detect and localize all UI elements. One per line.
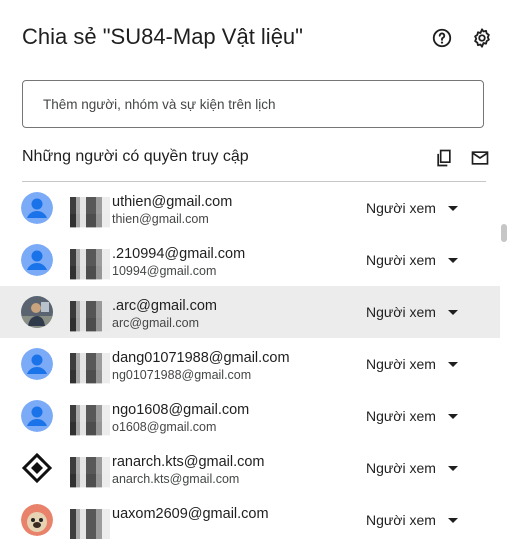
default-avatar-icon [21, 348, 53, 380]
person-row[interactable]: .arc@gmail.com arc@gmail.com Người xem [0, 286, 500, 338]
dropdown-arrow-icon[interactable] [448, 206, 458, 211]
person-subtext: arc@gmail.com [112, 316, 200, 330]
person-row[interactable]: .210994@gmail.com 10994@gmail.com Người … [0, 234, 500, 286]
add-people-field[interactable] [22, 80, 484, 128]
gear-icon[interactable] [471, 27, 493, 49]
person-subtext: 10994@gmail.com [112, 264, 217, 278]
person-email: uaxom2609@gmail.com [112, 506, 269, 522]
dropdown-arrow-icon[interactable] [448, 414, 458, 419]
person-subtext: ng01071988@gmail.com [112, 368, 252, 382]
dropdown-arrow-icon[interactable] [448, 518, 458, 523]
person-row[interactable]: uthien@gmail.com thien@gmail.com Người x… [0, 182, 500, 234]
dropdown-arrow-icon[interactable] [448, 466, 458, 471]
add-people-input[interactable] [23, 81, 483, 127]
role-dropdown[interactable]: Người xem [366, 408, 436, 424]
redacted-sub [70, 266, 110, 280]
dropdown-arrow-icon[interactable] [448, 310, 458, 315]
person-row[interactable]: uaxom2609@gmail.com Người xem [0, 494, 500, 546]
photo-avatar [21, 296, 53, 328]
people-list: uthien@gmail.com thien@gmail.com Người x… [0, 182, 509, 546]
redacted-sub [70, 318, 110, 332]
redacted-sub [70, 474, 110, 488]
default-avatar-icon [21, 244, 53, 276]
role-dropdown[interactable]: Người xem [366, 252, 436, 268]
section-title: Những người có quyền truy cập [22, 148, 249, 165]
person-subtext: anarch.kts@gmail.com [112, 472, 240, 486]
default-avatar-icon [21, 400, 53, 432]
person-subtext: thien@gmail.com [112, 212, 209, 226]
person-row[interactable]: ranarch.kts@gmail.com anarch.kts@gmail.c… [0, 442, 500, 494]
mail-icon[interactable] [470, 148, 490, 168]
help-icon[interactable] [431, 27, 453, 49]
role-dropdown[interactable]: Người xem [366, 512, 436, 528]
logo-avatar [21, 452, 53, 484]
dropdown-arrow-icon[interactable] [448, 362, 458, 367]
dropdown-arrow-icon[interactable] [448, 258, 458, 263]
pug-avatar [21, 504, 53, 536]
person-email: uthien@gmail.com [112, 194, 233, 210]
scrollbar-thumb[interactable] [501, 224, 507, 242]
redacted-sub [70, 370, 110, 384]
person-row[interactable]: dang01071988@gmail.com ng01071988@gmail.… [0, 338, 500, 390]
default-avatar-icon [21, 192, 53, 224]
dialog-title: Chia sẻ "SU84-Map Vật liệu" [22, 24, 303, 49]
person-email: .210994@gmail.com [112, 246, 246, 262]
person-email: ngo1608@gmail.com [112, 402, 250, 418]
role-dropdown[interactable]: Người xem [366, 304, 436, 320]
person-row[interactable]: ngo1608@gmail.com o1608@gmail.com Người … [0, 390, 500, 442]
role-dropdown[interactable]: Người xem [366, 356, 436, 372]
role-dropdown[interactable]: Người xem [366, 460, 436, 476]
redacted-sub [70, 214, 110, 228]
person-subtext: o1608@gmail.com [112, 420, 217, 434]
redacted-name [70, 509, 110, 539]
copy-icon[interactable] [434, 148, 454, 168]
role-dropdown[interactable]: Người xem [366, 200, 436, 216]
person-email: .arc@gmail.com [112, 298, 217, 314]
redacted-sub [70, 422, 110, 436]
person-email: dang01071988@gmail.com [112, 350, 290, 366]
person-email: ranarch.kts@gmail.com [112, 454, 265, 470]
